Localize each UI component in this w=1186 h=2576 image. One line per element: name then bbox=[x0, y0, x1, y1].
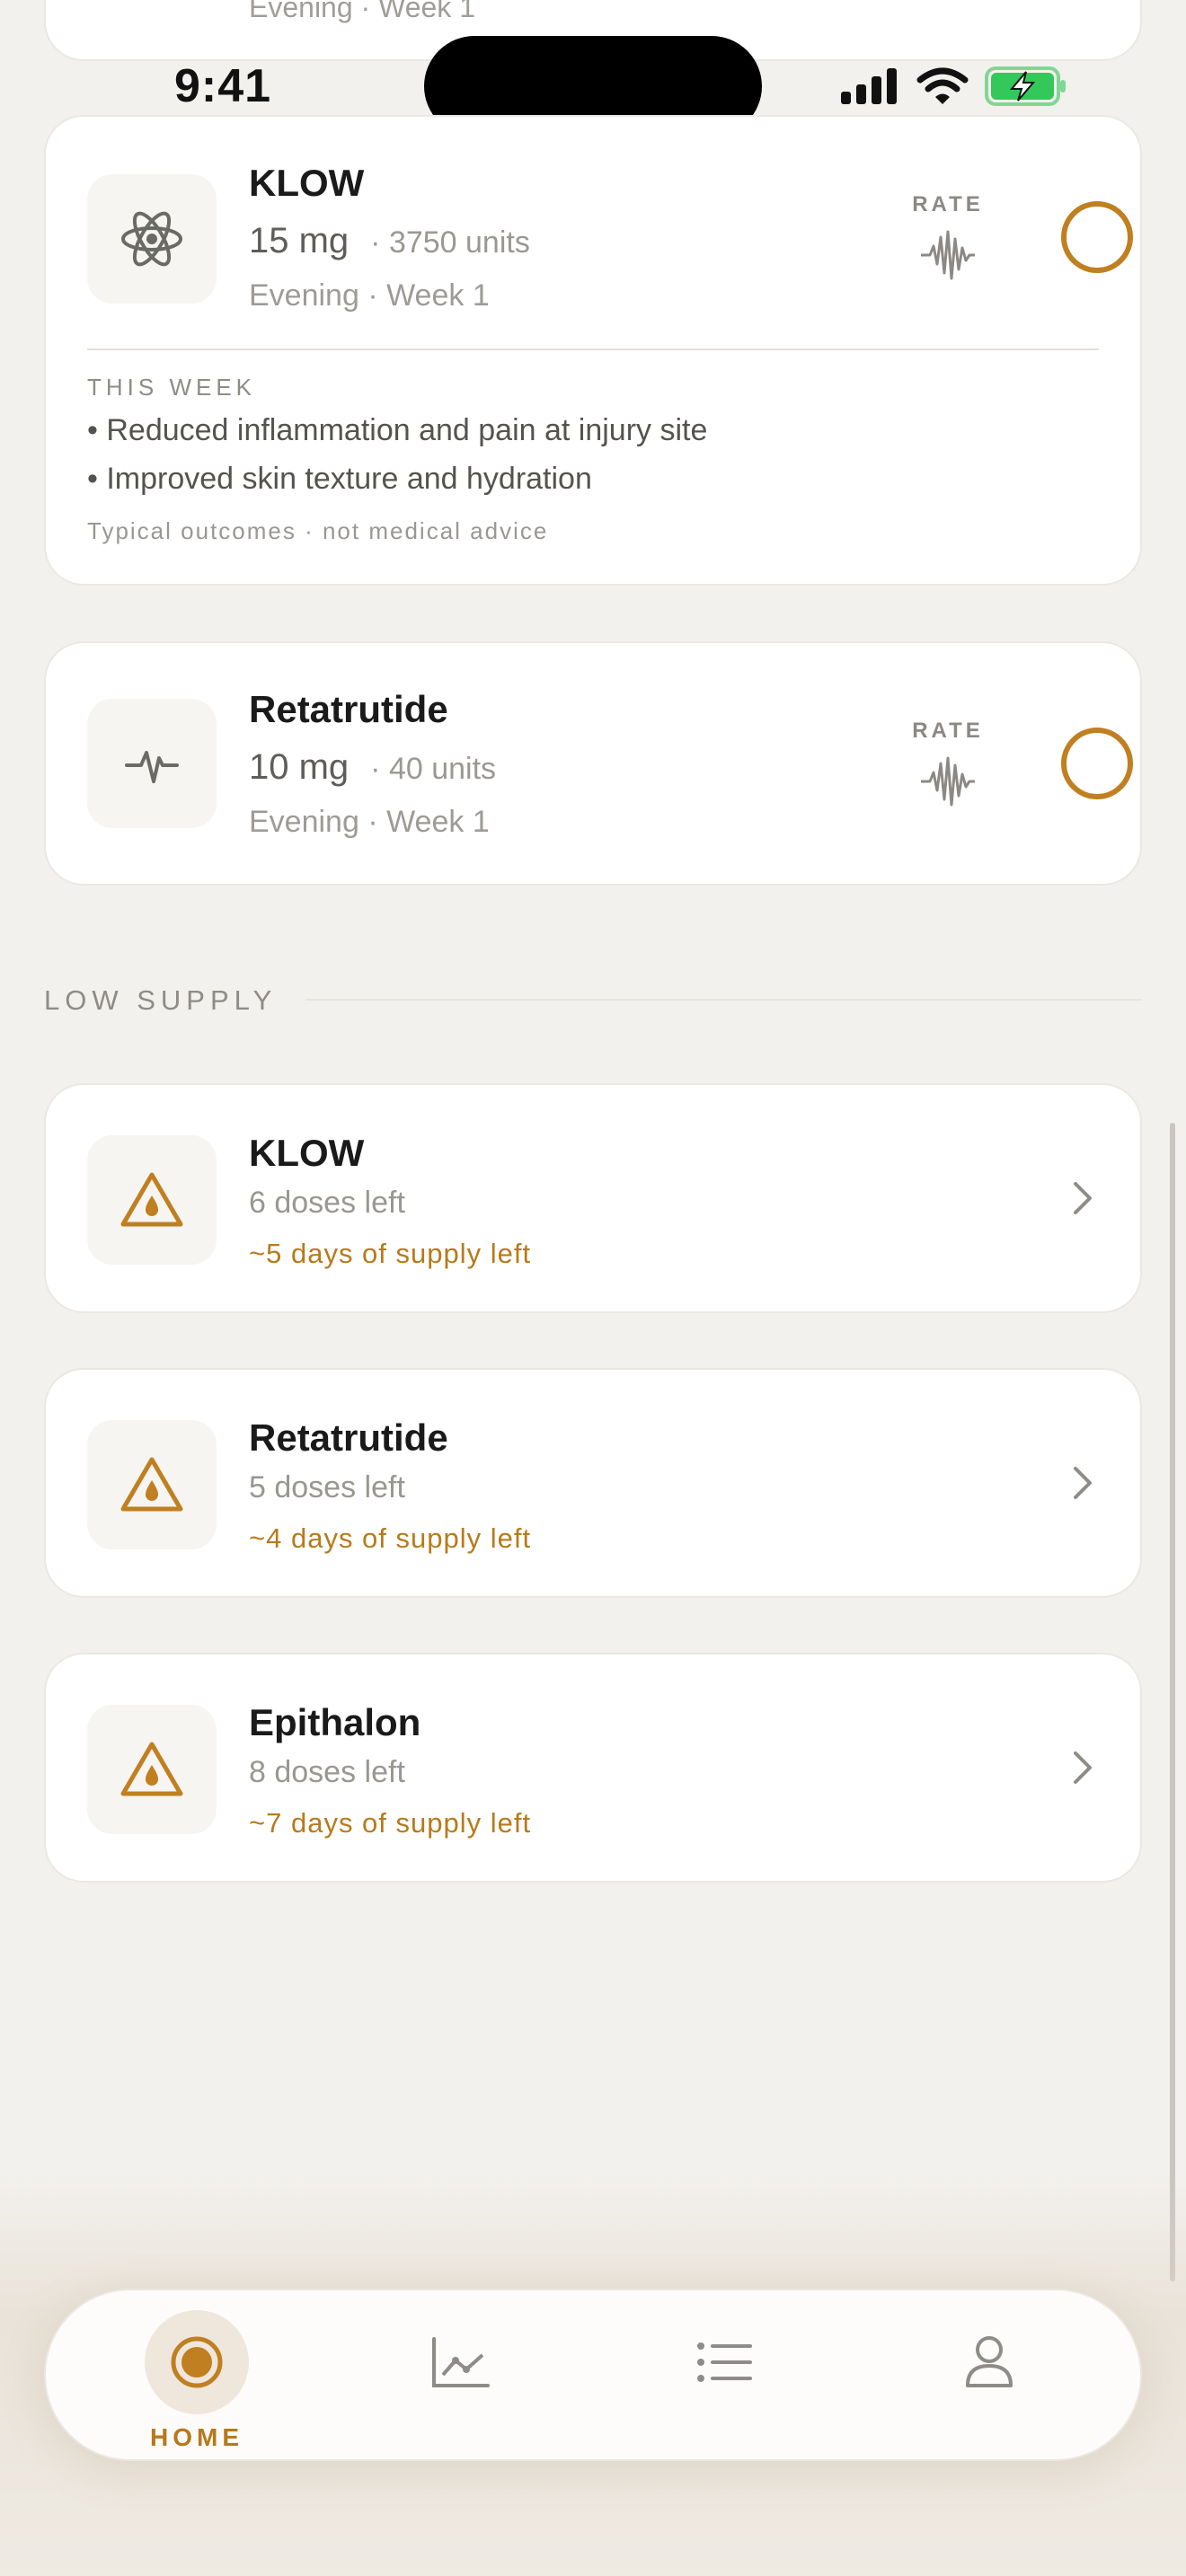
dose-icon-tile bbox=[87, 699, 217, 828]
warning-drop-icon bbox=[120, 1457, 183, 1512]
supply-icon-tile bbox=[87, 1420, 217, 1549]
rate-button[interactable]: RATE bbox=[894, 192, 1002, 282]
warning-drop-icon bbox=[120, 1172, 183, 1227]
supply-icon-tile bbox=[87, 1135, 217, 1265]
atom-icon bbox=[121, 211, 182, 267]
doses-left: 6 doses left bbox=[249, 1186, 405, 1220]
section-divider bbox=[305, 999, 1142, 1001]
supply-card-retatrutide[interactable]: Retatrutide 5 doses left ~4 days of supp… bbox=[44, 1368, 1142, 1598]
tab-home[interactable]: HOME bbox=[98, 2290, 296, 2463]
battery-charging-icon bbox=[985, 66, 1066, 106]
dose-complete-toggle[interactable] bbox=[1061, 201, 1133, 273]
home-target-icon bbox=[171, 2336, 223, 2388]
days-of-supply: ~4 days of supply left bbox=[249, 1522, 532, 1554]
dose-complete-toggle[interactable] bbox=[1061, 728, 1133, 799]
dose-units: · 3750 units bbox=[370, 225, 530, 260]
doses-left: 8 doses left bbox=[249, 1755, 405, 1789]
scrollbar[interactable] bbox=[1170, 1123, 1175, 2281]
tab-progress-bubble bbox=[409, 2310, 513, 2414]
this-week-outcome: • Improved skin texture and hydration bbox=[87, 462, 592, 496]
wifi-icon bbox=[916, 67, 969, 104]
card-divider bbox=[87, 348, 1099, 350]
supply-card-klow[interactable]: KLOW 6 doses left ~5 days of supply left bbox=[44, 1083, 1142, 1313]
dose-amount: 10 mg bbox=[249, 747, 350, 787]
status-time: 9:41 bbox=[174, 60, 272, 112]
dose-card-klow[interactable]: KLOW 15 mg · 3750 units Evening · Week 1 … bbox=[44, 115, 1142, 586]
rate-label: RATE bbox=[912, 192, 984, 216]
dose-amount-row: 10 mg · 40 units bbox=[249, 747, 496, 788]
status-icons bbox=[839, 66, 1067, 106]
supply-name: Epithalon bbox=[249, 1701, 421, 1743]
dose-amount-row: 15 mg · 3750 units bbox=[249, 221, 530, 261]
dose-meta: Evening · Week 1 bbox=[249, 805, 490, 839]
tab-home-label: HOME bbox=[150, 2423, 243, 2451]
profile-icon bbox=[966, 2336, 1013, 2387]
tab-progress[interactable] bbox=[362, 2290, 560, 2463]
dose-name: KLOW bbox=[249, 162, 365, 204]
days-of-supply: ~7 days of supply left bbox=[249, 1807, 532, 1839]
dose-amount: 15 mg bbox=[249, 221, 350, 260]
warning-drop-icon bbox=[120, 1742, 183, 1796]
supply-name: Retatrutide bbox=[249, 1416, 448, 1459]
waveform-icon bbox=[921, 756, 975, 807]
tab-profile-bubble bbox=[937, 2310, 1041, 2414]
tab-list-bubble bbox=[673, 2310, 777, 2414]
dose-units: · 40 units bbox=[370, 752, 497, 786]
dose-meta: Evening · Week 1 bbox=[249, 278, 490, 313]
dose-name: Retatrutide bbox=[249, 688, 448, 730]
chevron-right-icon bbox=[1074, 1467, 1092, 1499]
rate-button[interactable]: RATE bbox=[894, 719, 1002, 808]
supply-name: KLOW bbox=[249, 1132, 365, 1174]
chevron-right-icon bbox=[1074, 1182, 1092, 1214]
chevron-right-icon bbox=[1074, 1751, 1092, 1784]
rate-label: RATE bbox=[912, 719, 984, 743]
cellular-signal-icon bbox=[841, 68, 897, 104]
dose-card-retatrutide[interactable]: Retatrutide 10 mg · 40 units Evening · We… bbox=[44, 641, 1142, 886]
tab-list[interactable] bbox=[626, 2290, 824, 2463]
tab-bar: HOME bbox=[44, 2289, 1142, 2461]
this-week-outcome: • Reduced inflammation and pain at injur… bbox=[87, 413, 708, 447]
dose-meta: Evening · Week 1 bbox=[249, 0, 475, 23]
outcomes-disclaimer: Typical outcomes · not medical advice bbox=[87, 517, 549, 544]
chart-icon bbox=[432, 2337, 490, 2387]
supply-icon-tile bbox=[87, 1705, 217, 1834]
pulse-icon bbox=[125, 751, 179, 783]
tab-home-bubble bbox=[145, 2310, 249, 2414]
list-icon bbox=[697, 2342, 752, 2382]
this-week-label: THIS WEEK bbox=[87, 374, 257, 401]
section-heading-low-supply: LOW SUPPLY bbox=[44, 984, 278, 1016]
waveform-icon bbox=[921, 230, 975, 280]
supply-card-epithalon[interactable]: Epithalon 8 doses left ~7 days of supply… bbox=[44, 1653, 1142, 1883]
dose-icon-tile bbox=[87, 174, 217, 304]
doses-left: 5 doses left bbox=[249, 1470, 405, 1504]
days-of-supply: ~5 days of supply left bbox=[249, 1238, 532, 1269]
tab-profile[interactable] bbox=[890, 2290, 1088, 2463]
